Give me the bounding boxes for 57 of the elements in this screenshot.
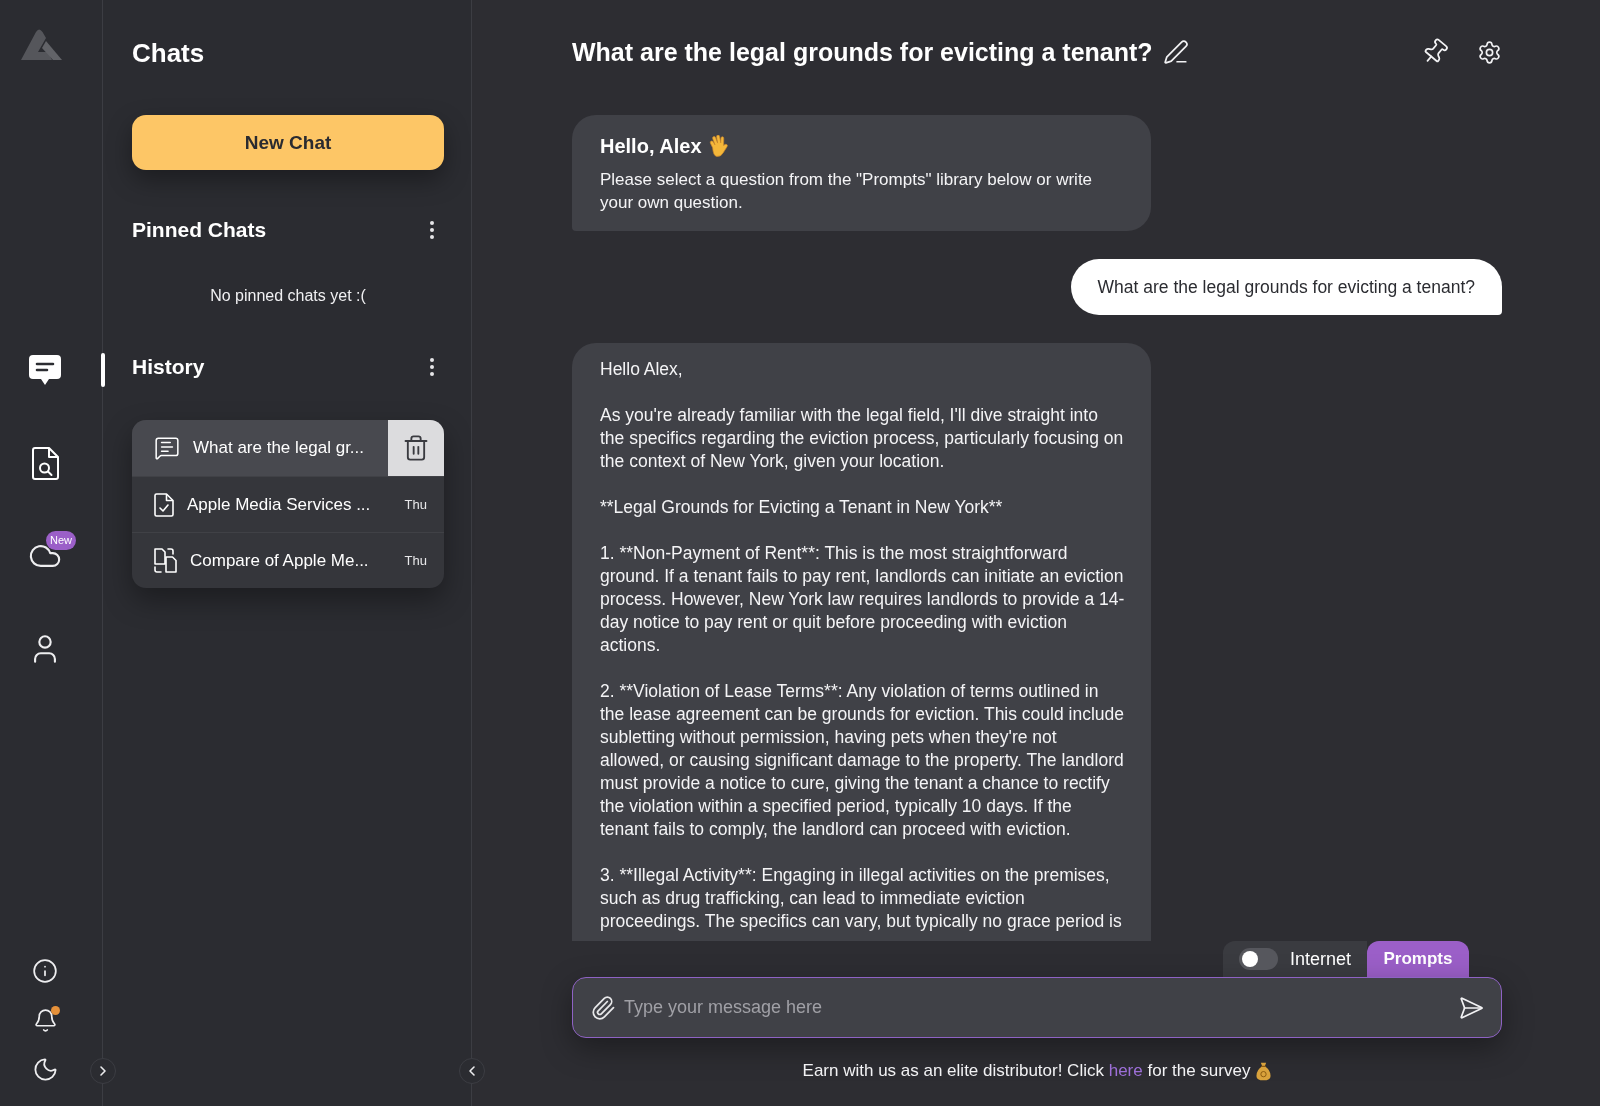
- notifications-button[interactable]: [32, 1007, 58, 1033]
- attach-button[interactable]: [590, 994, 616, 1021]
- expand-button[interactable]: [90, 1058, 116, 1084]
- toggle-switch[interactable]: [1239, 948, 1278, 970]
- message-text: What are the legal grounds for evicting a tenant?: [1097, 275, 1475, 299]
- history-item[interactable]: Compare of Apple Me... Thu: [132, 532, 444, 588]
- send-icon: [1458, 994, 1484, 1021]
- more-button[interactable]: [430, 358, 434, 376]
- edit-title-button[interactable]: [1162, 39, 1189, 65]
- toggle-label: Internet: [1289, 948, 1351, 970]
- documents-button[interactable]: [31, 446, 59, 480]
- history-item[interactable]: Apple Media Services ... Thu: [132, 476, 444, 532]
- more-icon: [430, 221, 434, 239]
- delete-button[interactable]: [388, 420, 444, 476]
- pencil-icon: [1162, 39, 1189, 65]
- waving-hand-icon: [707, 135, 730, 157]
- message-input[interactable]: Type your message here: [624, 987, 1450, 1028]
- chat-title: What are the legal grounds for evicting a tenant?: [572, 37, 1153, 68]
- message-input-box[interactable]: Type your message here: [572, 977, 1502, 1038]
- message-text: **Legal Grounds for Evicting a Tenant in New York**: [600, 495, 1004, 519]
- message-text: Please select a question from the "Prompts" library below or write your own question.: [600, 168, 1094, 214]
- app-logo: [21, 28, 62, 60]
- survey-link[interactable]: here: [1108, 1061, 1143, 1080]
- info-icon: [32, 958, 58, 984]
- history-item[interactable]: What are the legal gr...: [132, 420, 444, 476]
- info-button[interactable]: [32, 958, 58, 984]
- survey-promo-text: Earn with us as an elite distributor! Click here for the survey: [802, 1060, 1251, 1082]
- message-text: 2. **Violation of Lease Terms**: Any violation of terms outlined in the lease agreement can be grounds for eviction. This could include subletting without permission, having pets when they're not allowed, or causing significant damage to the property. The landlord must provide a notice to cure, giving the tenant a chance to rectify the violation within a specified period, typically 10 days. If the tenant fails to comply, the landlord can proceed with eviction.: [600, 679, 1125, 841]
- new-badge: New: [46, 531, 76, 550]
- trash-icon: [402, 434, 430, 462]
- send-button[interactable]: [1458, 994, 1484, 1021]
- message-text: 1. **Non-Payment of Rent**: This is the most straightforward ground. If a tenant fails to pay rent, landlords can initiate an eviction process. However, New York law requires landlords to provide a 14-day notice to pay rent or quit before proceeding with eviction actions.: [600, 541, 1125, 657]
- documents-icon: [154, 548, 177, 573]
- collapse-button[interactable]: [459, 1058, 485, 1084]
- paperclip-icon: [590, 994, 616, 1021]
- settings-icon: [1477, 39, 1502, 65]
- message-text: Hello Alex,: [600, 357, 684, 381]
- document-check-icon: [154, 492, 174, 517]
- message-text: As you're already familiar with the legal field, I'll dive straight into the specifics regarding the eviction process, particularly focusing on the context of New York, given your location.: [600, 403, 1125, 473]
- chat-bubble-icon: [154, 435, 180, 461]
- greeting-heading: Hello, Alex: [600, 134, 702, 159]
- settings-button[interactable]: [1477, 39, 1502, 65]
- section-heading: History: [132, 354, 205, 380]
- sidebar-title: Chats: [132, 37, 205, 69]
- empty-state-text: No pinned chats yet :(: [210, 286, 366, 306]
- money-bag-icon: [1256, 1061, 1272, 1081]
- more-icon: [430, 358, 434, 376]
- chat-bubble-icon: [28, 354, 62, 386]
- chats-button[interactable]: [28, 354, 62, 386]
- message-text: 3. **Illegal Activity**: Engaging in illegal activities on the premises, such as drug trafficking, can lead to immediate eviction proceedings. The specifics can vary, but typically no grace period is: [600, 863, 1123, 933]
- section-heading: Pinned Chats: [132, 217, 267, 243]
- prompts-button[interactable]: Prompts: [1367, 941, 1469, 977]
- document-search-icon: [31, 446, 59, 480]
- more-button[interactable]: [430, 221, 434, 239]
- bell-icon: [32, 1007, 58, 1033]
- active-indicator: [101, 353, 105, 387]
- new-chat-button[interactable]: New Chat: [132, 115, 444, 170]
